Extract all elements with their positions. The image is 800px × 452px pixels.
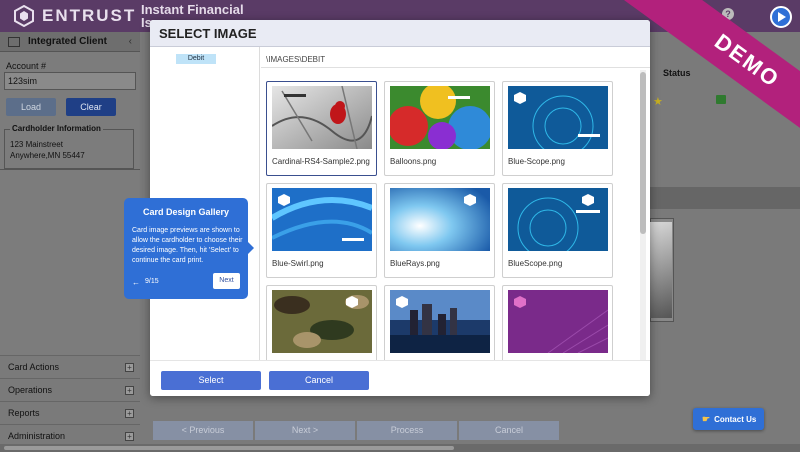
expand-plus-icon[interactable]: + [125,408,134,418]
select-button[interactable]: Select [161,371,261,390]
bluescope-thumbnail [508,188,608,251]
image-tile-blue-swirl[interactable]: Blue-Swirl.png [266,183,377,278]
grid-scrollbar-thumb[interactable] [640,72,646,234]
left-panel-header: Integrated Client ‹ [0,32,140,52]
image-name: Blue-Scope.png [508,157,565,166]
balloons-thumbnail [390,86,490,149]
image-name: BlueScope.png [508,259,563,268]
divider [0,169,140,170]
expand-plus-icon[interactable]: + [125,362,134,372]
hand-point-icon: ☛ [702,414,711,424]
address-line-2: Anywhere,MN 55447 [10,151,85,160]
horizontal-scrollbar-thumb[interactable] [4,446,454,450]
status-column-header: Status [663,68,691,78]
folder-path: \IMAGES\DEBIT [266,55,326,64]
tooltip-next-button[interactable]: Next [213,273,240,289]
tooltip-body: Card image previews are shown to allow t… [132,227,243,264]
blue-rays-thumbnail [390,188,490,251]
play-icon [778,12,786,22]
image-name: Cardinal-RS4-Sample2.png [272,157,370,166]
left-panel-title: Integrated Client [28,36,107,47]
contact-us-label: Contact Us [714,415,757,424]
star-icon: ★ [653,96,663,108]
cardholder-info-box: Cardholder Information 123 Mainstreet An… [4,124,134,169]
image-tile-balloons[interactable]: Balloons.png [384,81,495,176]
image-grid: Cardinal-RS4-Sample2.png Balloons.png Bl… [264,80,644,360]
tooltip-prev-arrow-icon[interactable]: ← [132,278,140,287]
image-name: Balloons.png [390,157,437,166]
preview-header-bar [650,187,800,209]
modal-footer: Select Cancel [150,360,650,396]
entrust-hex-icon [14,5,34,27]
left-panel: Integrated Client ‹ Account # 123sim Loa… [0,32,140,452]
image-tile-blue-rays[interactable]: BlueRays.png [384,183,495,278]
wizard-cancel-button[interactable]: Cancel [459,421,559,440]
menu-item-reports[interactable]: Reports + [0,401,140,424]
blue-swirl-thumbnail [272,188,372,251]
side-menu: Card Actions + Operations + Reports + Admin… [0,355,140,447]
next-button[interactable]: Next > [255,421,355,440]
cancel-button[interactable]: Cancel [269,371,369,390]
camo-thumbnail [272,290,372,353]
account-label: Account # [6,61,47,71]
image-tile-city[interactable] [384,285,495,360]
image-tile-cardinal[interactable]: Cardinal-RS4-Sample2.png [266,81,377,176]
cardholder-legend: Cardholder Information [10,124,103,133]
menu-item-card-actions[interactable]: Card Actions + [0,355,140,378]
brand-name: ENTRUST [42,6,137,25]
image-tile-blue-scope[interactable]: Blue-Scope.png [502,81,613,176]
image-name: Blue-Swirl.png [272,259,324,268]
card-preview-image [650,222,672,318]
play-tour-button[interactable] [770,6,792,28]
image-tile-camo[interactable] [266,285,377,360]
entrust-logo: ENTRUST [14,5,136,27]
tooltip-title: Card Design Gallery [142,207,230,217]
menu-item-operations[interactable]: Operations + [0,378,140,401]
account-input[interactable]: 123sim [4,72,136,90]
clear-button[interactable]: Clear [66,98,116,116]
city-thumbnail [390,290,490,353]
tour-tooltip: Card Design Gallery Card image previews … [124,198,254,299]
contact-us-button[interactable]: ☛ Contact Us [693,408,764,430]
image-tile-purple[interactable] [502,285,613,360]
expand-plus-icon[interactable]: + [125,431,134,441]
purple-thumbnail [508,290,608,353]
folder-debit[interactable]: Debit [176,54,216,64]
process-button[interactable]: Process [357,421,457,440]
address-line-1: 123 Mainstreet [10,140,63,149]
image-name: BlueRays.png [390,259,440,268]
expand-plus-icon[interactable]: + [125,385,134,395]
tooltip-step-counter: 9/15 [145,278,159,285]
image-tile-bluescope[interactable]: BlueScope.png [502,183,613,278]
collapse-icon[interactable]: ‹ [129,36,132,47]
printer-icon[interactable] [716,95,726,104]
cardinal-thumbnail [272,86,372,149]
modal-title: SELECT IMAGE [150,20,650,47]
path-divider [261,67,650,68]
load-button[interactable]: Load [6,98,56,116]
window-icon [8,36,20,47]
previous-button[interactable]: < Previous [153,421,253,440]
blue-scope-thumbnail [508,86,608,149]
